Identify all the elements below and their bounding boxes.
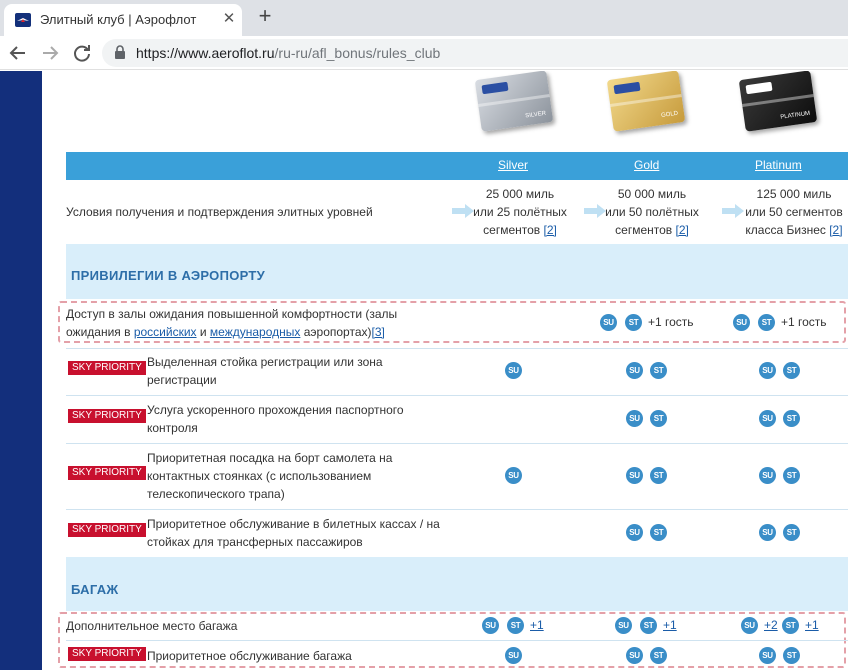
silver-card-image: SILVER	[474, 71, 554, 132]
row-divider	[66, 395, 848, 396]
row-priority-bag-label: Приоритетное обслуживание багажа	[147, 649, 352, 663]
ref-link-2[interactable]: [2]	[829, 223, 842, 237]
su-icon: SU	[626, 467, 643, 484]
tab-strip: Элитный клуб | Аэрофлот ✕ +	[0, 0, 848, 36]
sky-priority-badge: SKY PRIORITY	[68, 361, 146, 375]
st-icon: ST	[650, 467, 667, 484]
row-boarding-label: Приоритетная посадка на борт самолета на…	[147, 451, 393, 501]
left-sidebar-strip	[0, 71, 42, 670]
tab-close-icon[interactable]: ✕	[220, 9, 238, 29]
gold-card-image: GOLD	[606, 71, 686, 132]
level-link-platinum[interactable]: Platinum	[755, 158, 802, 172]
st-icon: ST	[650, 647, 667, 664]
conditions-silver: 25 000 миль или 25 полётных сегментов [2…	[473, 187, 567, 237]
section-airport: ПРИВИЛЕГИИ В АЭРОПОРТУ	[66, 244, 848, 299]
su-icon: SU	[759, 410, 776, 427]
level-link-gold[interactable]: Gold	[634, 158, 659, 172]
sky-priority-badge: SKY PRIORITY	[68, 523, 146, 537]
su-icon: SU	[505, 467, 522, 484]
su-icon: SU	[626, 362, 643, 379]
su-icon: SU	[626, 647, 643, 664]
su-icon: SU	[505, 362, 522, 379]
levels-header-row: Silver Gold Platinum	[66, 152, 848, 180]
st-icon: ST	[783, 467, 800, 484]
row-divider	[66, 443, 848, 444]
url-text: https://www.aeroflot.ru/ru-ru/afl_bonus/…	[136, 45, 441, 61]
row-passport-label: Услуга ускоренного прохождения паспортно…	[147, 403, 404, 435]
st-icon: ST	[650, 410, 667, 427]
su-icon: SU	[759, 467, 776, 484]
st-icon: ST	[783, 362, 800, 379]
su-icon: SU	[626, 410, 643, 427]
section-baggage: БАГАЖ	[66, 557, 848, 611]
su-icon: SU	[626, 524, 643, 541]
st-icon: ST	[650, 524, 667, 541]
st-icon: ST	[783, 524, 800, 541]
section-title-airport: ПРИВИЛЕГИИ В АЭРОПОРТУ	[71, 268, 266, 283]
conditions-gold: 50 000 миль или 50 полётных сегментов [2…	[605, 187, 699, 237]
section-title-baggage: БАГАЖ	[71, 582, 119, 597]
ref-link-2[interactable]: [2]	[544, 223, 557, 237]
su-icon: SU	[759, 647, 776, 664]
conditions-label: Условия получения и подтверждения элитны…	[66, 205, 373, 219]
su-icon: SU	[505, 647, 522, 664]
row-divider	[66, 509, 848, 510]
tab-title: Элитный клуб | Аэрофлот	[40, 12, 197, 27]
platinum-card-image: PLATINUM	[738, 71, 818, 132]
page-content: SILVER GOLD PLATINUM Silver Gold Platinu…	[0, 71, 848, 670]
arrow-icon	[584, 204, 606, 218]
su-icon: SU	[759, 524, 776, 541]
address-bar[interactable]: https://www.aeroflot.ru/ru-ru/afl_bonus/…	[102, 39, 848, 67]
ref-link-2[interactable]: [2]	[676, 223, 689, 237]
forward-arrow-icon[interactable]	[38, 41, 62, 65]
st-icon: ST	[783, 647, 800, 664]
highlight-frame	[58, 301, 846, 343]
row-ticket-label: Приоритетное обслуживание в билетных кас…	[147, 517, 440, 549]
row-divider	[66, 640, 848, 641]
st-icon: ST	[650, 362, 667, 379]
row-checkin-label: Выделенная стойка регистрации или зона р…	[147, 355, 383, 387]
su-icon: SU	[759, 362, 776, 379]
back-arrow-icon[interactable]	[6, 41, 30, 65]
row-divider	[66, 348, 848, 349]
conditions-platinum: 125 000 миль или 50 сегментов класса Биз…	[745, 187, 843, 237]
arrow-icon	[452, 204, 474, 218]
sky-priority-badge: SKY PRIORITY	[68, 409, 146, 423]
st-icon: ST	[783, 410, 800, 427]
sky-priority-badge: SKY PRIORITY	[68, 647, 146, 661]
sky-priority-badge: SKY PRIORITY	[68, 466, 146, 480]
lock-icon	[115, 45, 125, 59]
browser-toolbar: https://www.aeroflot.ru/ru-ru/afl_bonus/…	[0, 36, 848, 70]
aeroflot-favicon-icon	[15, 13, 31, 27]
reload-icon[interactable]	[70, 41, 94, 65]
new-tab-button[interactable]: +	[252, 4, 278, 30]
level-link-silver[interactable]: Silver	[498, 158, 528, 172]
browser-tab[interactable]: Элитный клуб | Аэрофлот ✕	[4, 4, 242, 36]
